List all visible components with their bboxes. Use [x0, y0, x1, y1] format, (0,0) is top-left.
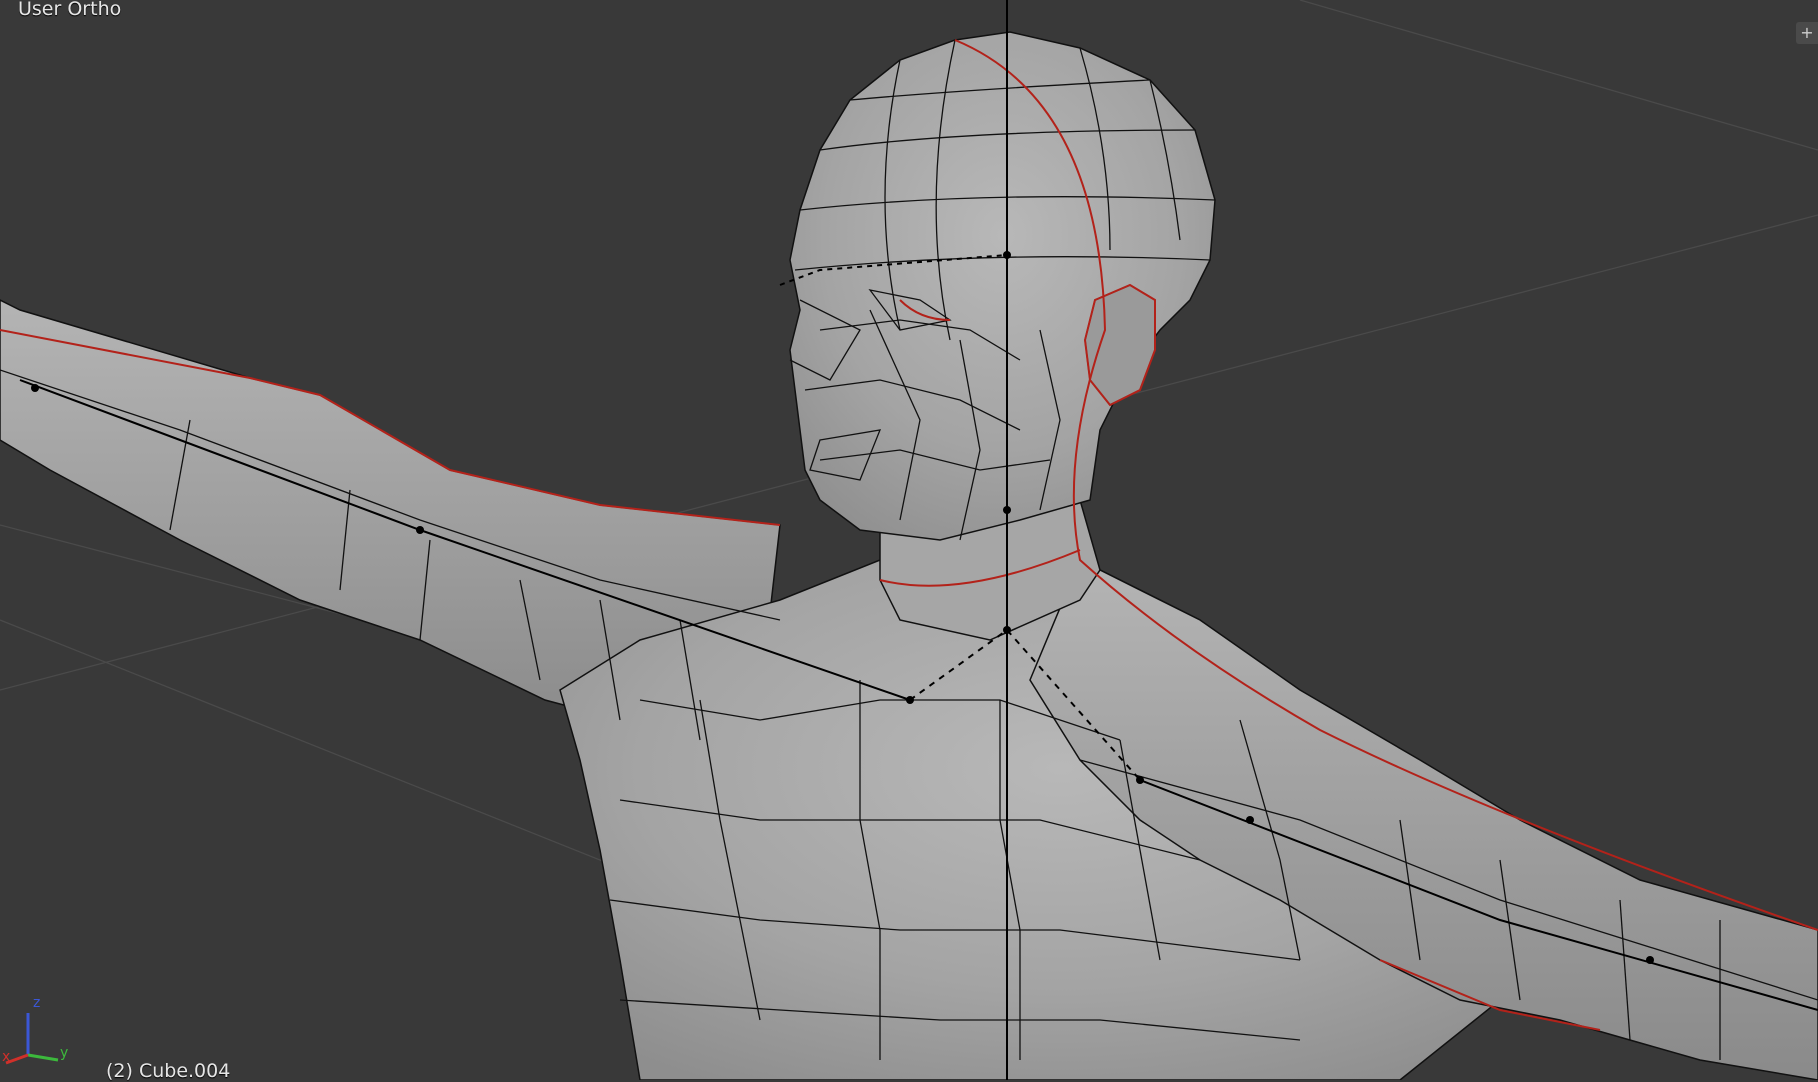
3d-viewport[interactable]: User Ortho + z y x (2) Cube.004	[0, 0, 1818, 1082]
object-info-label: (2) Cube.004	[106, 1060, 231, 1082]
head-mesh[interactable]	[789, 31, 1216, 541]
view-name-label: User Ortho	[18, 0, 122, 20]
z-axis-label: z	[33, 995, 40, 1011]
plus-icon[interactable]: +	[1796, 22, 1818, 44]
mesh-scene[interactable]	[0, 0, 1818, 1080]
y-axis-line	[27, 1053, 59, 1062]
axis-gizmo: z y x	[0, 985, 90, 1065]
x-axis-label: x	[2, 1049, 10, 1065]
y-axis-label: y	[60, 1045, 68, 1061]
